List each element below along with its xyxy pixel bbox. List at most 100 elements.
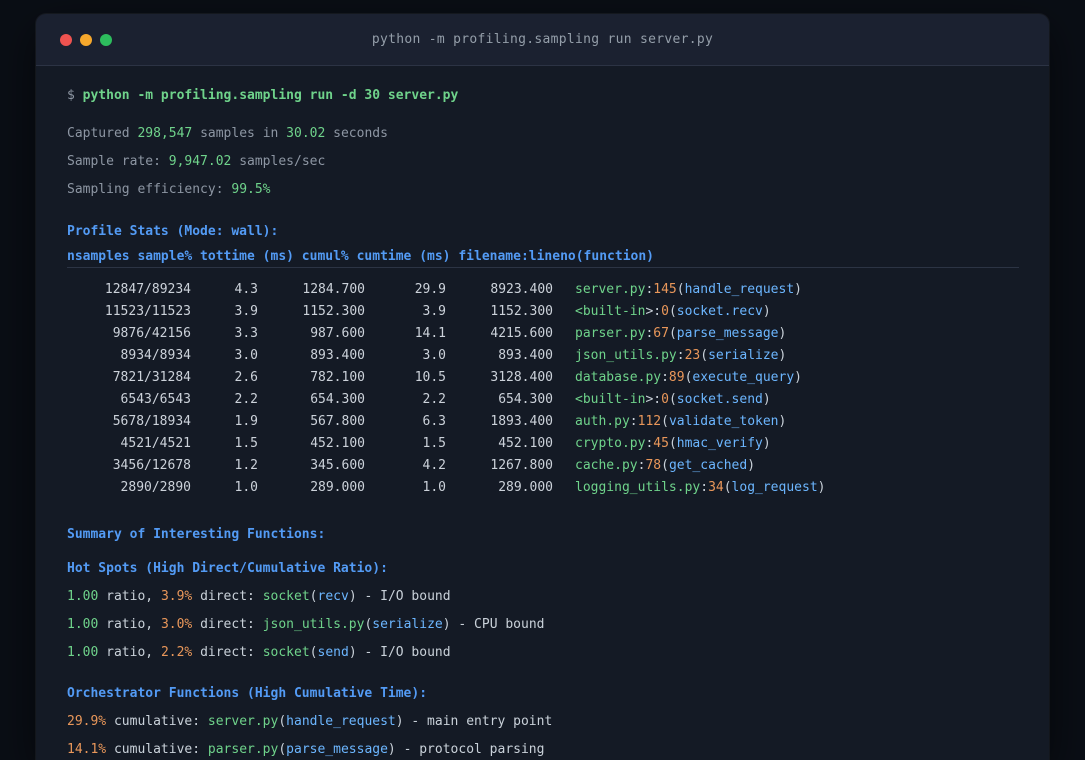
stats-cell-sample-pct: 2.6 xyxy=(234,370,258,385)
text-segment: : xyxy=(661,370,669,385)
text-segment: ) xyxy=(395,714,404,729)
stats-cell-cumul-pct: 4.2 xyxy=(422,458,446,473)
profile-stats-title: Profile Stats (Mode: wall): xyxy=(67,224,279,239)
stats-row: 2890/2890 1.0 289.000 1.0 289.000 logging_uti… xyxy=(67,477,1019,499)
stats-cell-function: auth.py:112(validate_token) xyxy=(553,411,1019,433)
text-segment: ) xyxy=(348,589,357,604)
text-segment: 9,947.02 xyxy=(168,154,232,169)
text-segment: ) xyxy=(794,370,802,385)
terminal-line: $ python -m profiling.sampling run -d 30… xyxy=(67,82,1019,110)
function-name-segment: log_request xyxy=(731,480,818,495)
stats-cell-cumtime: 3128.400 xyxy=(490,370,553,385)
text-segment: ( xyxy=(668,436,677,451)
text-segment: : xyxy=(653,304,662,319)
text-segment: 298,547 xyxy=(137,126,193,141)
stats-cell-function: parser.py:67(parse_message) xyxy=(553,323,1019,345)
text-segment: direct: xyxy=(192,617,263,632)
text-segment: ) xyxy=(762,304,771,319)
stats-row: 9876/42156 3.3 987.600 14.1 4215.600 parser.p… xyxy=(67,323,1019,345)
text-segment: Captured xyxy=(67,126,138,141)
text-segment: ) xyxy=(817,480,826,495)
close-button[interactable] xyxy=(60,33,72,46)
text-segment: ( xyxy=(668,304,677,319)
summary-title: Summary of Interesting Functions: xyxy=(67,527,326,542)
filename-segment: auth.py xyxy=(575,414,630,429)
text-segment: ) xyxy=(778,348,787,363)
capture-info: Captured 298,547 samples in 30.02 second… xyxy=(67,120,1019,204)
function-name-segment: socket.recv xyxy=(676,304,763,319)
text-segment: - I/O bound xyxy=(356,589,451,604)
terminal-line: 14.1% cumulative: parser.py(parse_messag… xyxy=(67,736,1019,760)
text-segment: ) xyxy=(778,414,787,429)
text-segment: Sample rate: xyxy=(67,154,169,169)
stats-cell-cumtime: 452.100 xyxy=(498,436,553,451)
filename-segment: logging_utils.py xyxy=(575,480,701,495)
stats-cell-sample-pct: 2.2 xyxy=(234,392,258,407)
function-name-segment: socket.send xyxy=(676,392,763,407)
stats-cell-function: cache.py:78(get_cached) xyxy=(553,455,1019,477)
text-segment: - CPU bound xyxy=(450,617,545,632)
terminal-line: 1.00 ratio, 3.9% direct: socket(recv) - … xyxy=(67,583,1019,611)
terminal-content[interactable]: $ python -m profiling.sampling run -d 30… xyxy=(36,66,1049,760)
text-segment: python -m profiling.sampling run -d 30 s… xyxy=(82,88,459,103)
stats-cell-nsamples: 12847/89234 xyxy=(104,282,191,297)
terminal-window: python -m profiling.sampling run server.… xyxy=(36,14,1049,760)
stats-cell-function: server.py:145(handle_request) xyxy=(553,279,1019,301)
stats-cell-nsamples: 2890/2890 xyxy=(120,480,191,495)
text-segment: server.py xyxy=(207,714,279,729)
filename-segment: json_utils.py xyxy=(575,348,677,363)
stats-row: 11523/11523 3.9 1152.300 3.9 1152.300 <built-… xyxy=(67,301,1019,323)
stats-cell-tottime: 1152.300 xyxy=(302,304,365,319)
text-segment: 99.5% xyxy=(231,182,271,197)
text-segment: ( xyxy=(668,392,677,407)
stats-cell-nsamples: 6543/6543 xyxy=(120,392,191,407)
text-segment: ) xyxy=(778,326,787,341)
minimize-button[interactable] xyxy=(80,33,92,46)
text-segment: ( xyxy=(309,645,318,660)
stats-row: 5678/18934 1.9 567.800 6.3 1893.400 auth.py:1… xyxy=(67,411,1019,433)
window-titlebar[interactable]: python -m profiling.sampling run server.… xyxy=(36,14,1049,66)
stats-cell-tottime: 987.600 xyxy=(310,326,365,341)
stats-cell-nsamples: 7821/31284 xyxy=(112,370,191,385)
text-segment: ) xyxy=(762,392,771,407)
stats-cell-tottime: 289.000 xyxy=(310,480,365,495)
lineno-segment: 145 xyxy=(653,282,677,297)
text-segment: ( xyxy=(668,326,677,341)
text-segment: send xyxy=(317,645,349,660)
text-segment: ) xyxy=(348,645,357,660)
stats-cell-cumtime: 654.300 xyxy=(498,392,553,407)
filename-segment: crypto.py xyxy=(575,436,646,451)
filename-segment: <built-in xyxy=(575,304,646,319)
stats-row: 12847/89234 4.3 1284.700 29.9 8923.400 server… xyxy=(67,279,1019,301)
text-segment: - I/O bound xyxy=(356,645,451,660)
text-segment: ( xyxy=(309,589,318,604)
stats-cell-cumtime: 1267.800 xyxy=(490,458,553,473)
text-segment: socket xyxy=(262,645,310,660)
text-segment: direct: xyxy=(192,589,263,604)
stats-cell-sample-pct: 3.0 xyxy=(234,348,258,363)
stats-cell-cumul-pct: 3.9 xyxy=(422,304,446,319)
stats-cell-cumul-pct: 14.1 xyxy=(414,326,446,341)
terminal-line: 1.00 ratio, 2.2% direct: socket(send) - … xyxy=(67,639,1019,667)
lineno-segment: 78 xyxy=(645,458,662,473)
stats-row: 4521/4521 1.5 452.100 1.5 452.100 crypto.py:4… xyxy=(67,433,1019,455)
stats-cell-cumul-pct: 1.5 xyxy=(422,436,446,451)
text-segment: seconds xyxy=(325,126,388,141)
text-segment: ) xyxy=(794,282,802,297)
text-segment: ratio, xyxy=(98,589,161,604)
stats-cell-nsamples: 8934/8934 xyxy=(120,348,191,363)
lineno-segment: 89 xyxy=(668,370,685,385)
stats-cell-cumul-pct: 6.3 xyxy=(422,414,446,429)
zoom-button[interactable] xyxy=(100,33,112,46)
stats-cell-cumtime: 1893.400 xyxy=(490,414,553,429)
lineno-segment: 34 xyxy=(708,480,724,495)
stats-cell-function: <built-in>:0(socket.recv) xyxy=(553,301,1019,323)
stats-row: 7821/31284 2.6 782.100 10.5 3128.400 database… xyxy=(67,367,1019,389)
lineno-segment: 0 xyxy=(661,304,669,319)
stats-cell-tottime: 345.600 xyxy=(310,458,365,473)
text-segment: Sampling efficiency: xyxy=(67,182,232,197)
text-segment: ( xyxy=(278,714,287,729)
text-segment: ) xyxy=(747,458,756,473)
function-name-segment: handle_request xyxy=(684,282,795,297)
stats-table-rows: 12847/89234 4.3 1284.700 29.9 8923.400 server… xyxy=(67,279,1019,499)
